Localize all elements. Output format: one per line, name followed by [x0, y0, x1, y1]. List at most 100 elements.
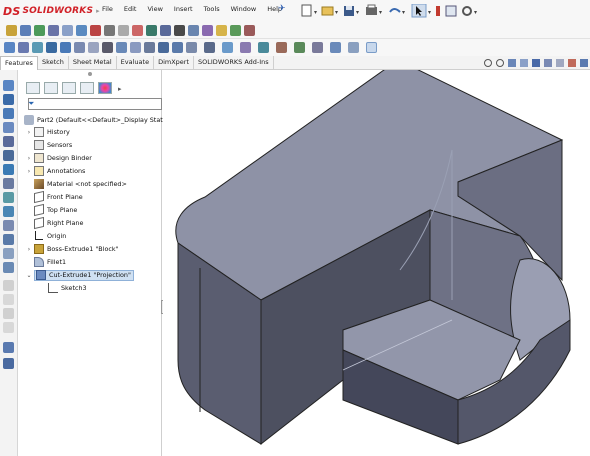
tree-item-history[interactable]: › History — [26, 126, 70, 138]
expand-arrow-icon[interactable]: › — [26, 246, 32, 253]
panel-tabs-expand-icon[interactable]: ▸ — [118, 85, 122, 93]
tree-item-boss-extrude1[interactable]: › Boss-Extrude1 "Block" — [26, 243, 119, 255]
mirror-icon[interactable] — [222, 42, 233, 53]
menu-insert[interactable]: Insert — [174, 5, 193, 13]
previous-view-icon[interactable] — [508, 59, 516, 67]
pattern-tool-icon[interactable] — [3, 262, 14, 273]
tree-filter-input[interactable] — [28, 98, 162, 110]
tab-features[interactable]: Features — [0, 56, 38, 70]
offset-entities-icon[interactable] — [258, 42, 269, 53]
extruded-boss-icon[interactable] — [6, 25, 17, 36]
hide-show-items-icon[interactable] — [556, 59, 564, 67]
configuration-manager-tab-icon[interactable] — [62, 82, 76, 94]
panel-grip[interactable] — [88, 72, 92, 76]
apply-scene-icon[interactable] — [580, 59, 588, 67]
draft-tool-icon[interactable] — [3, 192, 14, 203]
sketch-tool-icon[interactable] — [216, 25, 227, 36]
hide-show-icon[interactable] — [102, 42, 113, 53]
tree-item-fillet1[interactable]: Fillet1 — [26, 256, 66, 268]
expand-arrow-icon[interactable]: › — [26, 129, 32, 136]
rotate-view-icon[interactable] — [46, 42, 57, 53]
display-style-icon[interactable] — [544, 59, 552, 67]
graphics-viewport[interactable] — [163, 59, 590, 456]
reference-tool-icon[interactable] — [3, 308, 14, 319]
zoom-area-icon[interactable] — [32, 42, 43, 53]
menu-tools[interactable]: Tools — [204, 5, 220, 13]
fillet-tool-icon[interactable] — [118, 25, 129, 36]
boundary-boss-icon[interactable] — [62, 25, 73, 36]
scene-icon[interactable] — [130, 42, 141, 53]
revolve-tool-icon[interactable] — [3, 94, 14, 105]
collapse-arrow-icon[interactable]: ⌄ — [26, 272, 32, 279]
menu-window[interactable]: Window — [231, 5, 257, 13]
instant3d-icon[interactable] — [202, 25, 213, 36]
revolved-cut-icon[interactable] — [104, 25, 115, 36]
swept-boss-icon[interactable] — [34, 25, 45, 36]
measure-icon[interactable] — [146, 25, 157, 36]
display-manager-tab-icon[interactable] — [98, 82, 112, 94]
view-settings-icon[interactable] — [144, 42, 155, 53]
menu-file[interactable]: File — [102, 5, 113, 13]
property-manager-tab-icon[interactable] — [44, 82, 58, 94]
menu-view[interactable]: View — [147, 5, 162, 13]
mass-properties-icon[interactable] — [132, 25, 143, 36]
instant3d-tool-icon[interactable] — [3, 294, 14, 305]
dimxpert-manager-tab-icon[interactable] — [80, 82, 94, 94]
pan-icon[interactable] — [60, 42, 71, 53]
tree-item-sensors[interactable]: Sensors — [26, 139, 72, 151]
intersect-tool-icon[interactable] — [3, 234, 14, 245]
trim-entities-icon[interactable] — [276, 42, 287, 53]
rib-tool-icon[interactable] — [3, 178, 14, 189]
file-properties-icon[interactable] — [445, 5, 457, 17]
curves-icon[interactable] — [188, 25, 199, 36]
sketch-entities-icon[interactable] — [3, 342, 14, 353]
pattern-icon[interactable] — [204, 42, 215, 53]
mirror-tool-icon[interactable] — [3, 248, 14, 259]
revolved-boss-icon[interactable] — [20, 25, 31, 36]
tab-dimxpert[interactable]: DimXpert — [154, 56, 195, 69]
tree-item-origin[interactable]: Origin — [26, 230, 66, 242]
display-style-icon[interactable] — [88, 42, 99, 53]
reference-geometry-icon[interactable] — [174, 25, 185, 36]
wrap-tool-icon[interactable] — [3, 220, 14, 231]
section-view-icon[interactable] — [520, 59, 528, 67]
extruded-cut-icon[interactable] — [76, 25, 87, 36]
shaded-icon[interactable] — [172, 42, 183, 53]
appearance-icon[interactable] — [116, 42, 127, 53]
expand-arrow-icon[interactable]: › — [26, 168, 32, 175]
spline-icon[interactable] — [348, 42, 359, 53]
edit-appearance-icon[interactable] — [568, 59, 576, 67]
zoom-fit-icon[interactable] — [484, 59, 492, 67]
boundary-tool-icon[interactable] — [3, 136, 14, 147]
section-view-icon[interactable] — [160, 25, 171, 36]
tree-item-cut-extrude1[interactable]: ⌄ Cut-Extrude1 "Projection" — [26, 269, 134, 281]
tab-addins[interactable]: SOLIDWORKS Add-Ins — [194, 56, 274, 69]
tree-item-design-binder[interactable]: › Design Binder — [26, 152, 92, 164]
zoom-area-icon[interactable] — [496, 59, 504, 67]
tree-item-sketch3[interactable]: Sketch3 — [48, 282, 87, 294]
tree-item-front-plane[interactable]: Front Plane — [26, 190, 83, 204]
feature-manager-tab-icon[interactable] — [26, 82, 40, 94]
undo-icon[interactable] — [389, 8, 401, 13]
solidworks-logo[interactable]: DS SOLIDWORKS ▸ — [3, 3, 100, 19]
zoom-to-fit-icon[interactable] — [18, 42, 29, 53]
curves-tool-icon[interactable] — [3, 280, 14, 291]
cut-tool-icon[interactable] — [3, 150, 14, 161]
extrude-tool-icon[interactable] — [3, 80, 14, 91]
hole-wizard-icon[interactable] — [90, 25, 101, 36]
tree-item-annotations[interactable]: › Annotations — [26, 165, 85, 177]
options-gear-icon[interactable] — [462, 6, 472, 16]
hole-tool-icon[interactable] — [3, 164, 14, 175]
shell-tool-icon[interactable] — [3, 206, 14, 217]
tab-sheet-metal[interactable]: Sheet Metal — [69, 56, 117, 69]
spline-tool-icon[interactable] — [3, 358, 14, 369]
part-model-3d[interactable] — [163, 59, 590, 456]
open-folder-icon[interactable] — [321, 6, 334, 16]
view-orientation-icon[interactable] — [532, 59, 540, 67]
pin-menu-icon[interactable]: ✈ — [278, 4, 286, 14]
filter-icon[interactable]: ⏷ — [28, 99, 34, 109]
quick-snaps-icon[interactable] — [366, 42, 377, 53]
section-icon[interactable] — [158, 42, 169, 53]
smart-dimension-icon[interactable] — [230, 25, 241, 36]
tree-item-top-plane[interactable]: Top Plane — [26, 203, 77, 217]
